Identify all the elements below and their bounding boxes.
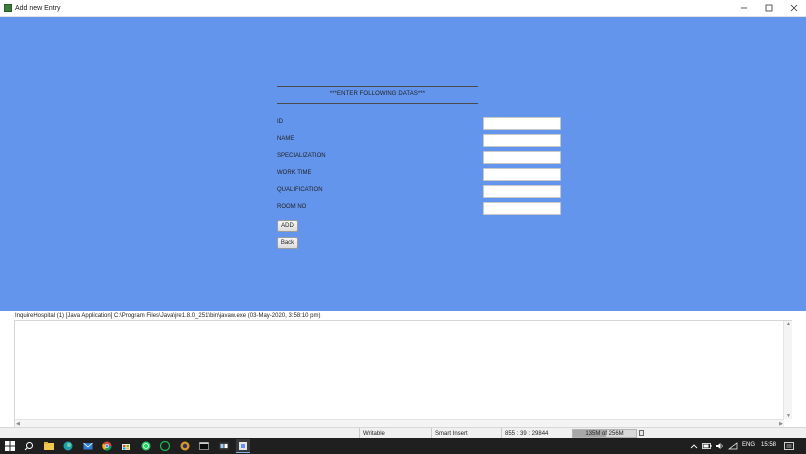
trash-icon[interactable]: [639, 430, 644, 436]
chrome-icon[interactable]: [101, 440, 113, 452]
notification-icon[interactable]: [784, 440, 794, 452]
close-button[interactable]: [781, 0, 806, 16]
java-app-icon[interactable]: [236, 439, 250, 453]
java-app-icon: [4, 4, 12, 12]
work-time-field[interactable]: [483, 168, 561, 181]
field-row-work-time: WORK TIME: [277, 168, 563, 182]
add-button[interactable]: ADD: [277, 220, 298, 232]
field-row-name: NAME: [277, 134, 563, 148]
clock[interactable]: 15:58: [761, 442, 776, 448]
field-row-qualification: QUALIFICATION: [277, 185, 563, 199]
scroll-down-icon[interactable]: ▼: [786, 413, 791, 419]
id-label: ID: [277, 119, 283, 125]
heap-status: 135M of 256M: [572, 429, 637, 438]
specialization-field[interactable]: [483, 151, 561, 164]
wifi-icon[interactable]: [728, 440, 738, 452]
window-controls: [731, 0, 806, 16]
windows-start-icon[interactable]: [4, 440, 16, 452]
qualification-label: QUALIFICATION: [277, 187, 323, 193]
file-explorer-icon[interactable]: [43, 440, 55, 452]
cursor-position-text: 855 : 39 : 29844: [505, 430, 549, 437]
writable-text: Writable: [363, 430, 385, 437]
taskbar: ENG 15:58: [0, 438, 806, 454]
console-launch-info: InquireHospital (1) [Java Application] C…: [15, 313, 321, 319]
field-row-specialization: SPECIALIZATION: [277, 151, 563, 165]
mail-icon[interactable]: [82, 440, 94, 452]
work-time-label: WORK TIME: [277, 170, 312, 176]
field-row-room-no: ROOM NO: [277, 202, 563, 216]
window-title: Add new Entry: [15, 4, 61, 12]
qualification-field[interactable]: [483, 185, 561, 198]
console-view: InquireHospital (1) [Java Application] C…: [0, 311, 806, 428]
spotify-icon[interactable]: [159, 440, 171, 452]
id-field[interactable]: [483, 117, 561, 130]
name-field[interactable]: [483, 134, 561, 147]
heap-text: 135M of 256M: [585, 430, 624, 437]
edge-icon[interactable]: [62, 440, 74, 452]
minimize-icon: [740, 7, 747, 9]
language-indicator[interactable]: ENG: [742, 442, 755, 448]
search-icon[interactable]: [23, 440, 35, 452]
maximize-icon: [765, 4, 772, 12]
name-label: NAME: [277, 136, 295, 142]
field-row-id: ID: [277, 117, 563, 131]
screen: Add new Entry ***ENTER FOLLOWING DATAS**…: [0, 0, 806, 454]
scroll-up-icon[interactable]: ▲: [786, 321, 791, 327]
bottom-separator: [277, 103, 478, 104]
close-icon: [790, 4, 797, 12]
vscode-icon[interactable]: [218, 440, 230, 452]
store-icon[interactable]: [120, 440, 132, 452]
chevron-up-icon[interactable]: [690, 440, 698, 452]
vertical-scrollbar[interactable]: ▲ ▼: [783, 321, 792, 419]
minimize-button[interactable]: [731, 0, 756, 16]
form-header: ***ENTER FOLLOWING DATAS***: [329, 91, 426, 97]
maximize-button[interactable]: [756, 0, 781, 16]
room-no-field[interactable]: [483, 202, 561, 215]
top-separator: [277, 86, 478, 87]
back-button[interactable]: Back: [277, 237, 298, 249]
whatsapp-icon[interactable]: [140, 440, 152, 452]
room-no-label: ROOM NO: [277, 204, 307, 210]
show-desktop-button[interactable]: [799, 440, 805, 452]
window-titlebar[interactable]: Add new Entry: [0, 0, 806, 17]
specialization-label: SPECIALIZATION: [277, 153, 326, 159]
add-entry-window: Add new Entry ***ENTER FOLLOWING DATAS**…: [0, 0, 806, 311]
console-output[interactable]: ▲ ▼ ◀ ▶: [14, 320, 792, 428]
speaker-icon[interactable]: [715, 440, 725, 452]
eclipse-icon[interactable]: [179, 440, 191, 452]
insert-mode-text: Smart Insert: [435, 430, 468, 437]
terminal-icon[interactable]: [198, 440, 210, 452]
battery-icon[interactable]: [702, 440, 712, 452]
